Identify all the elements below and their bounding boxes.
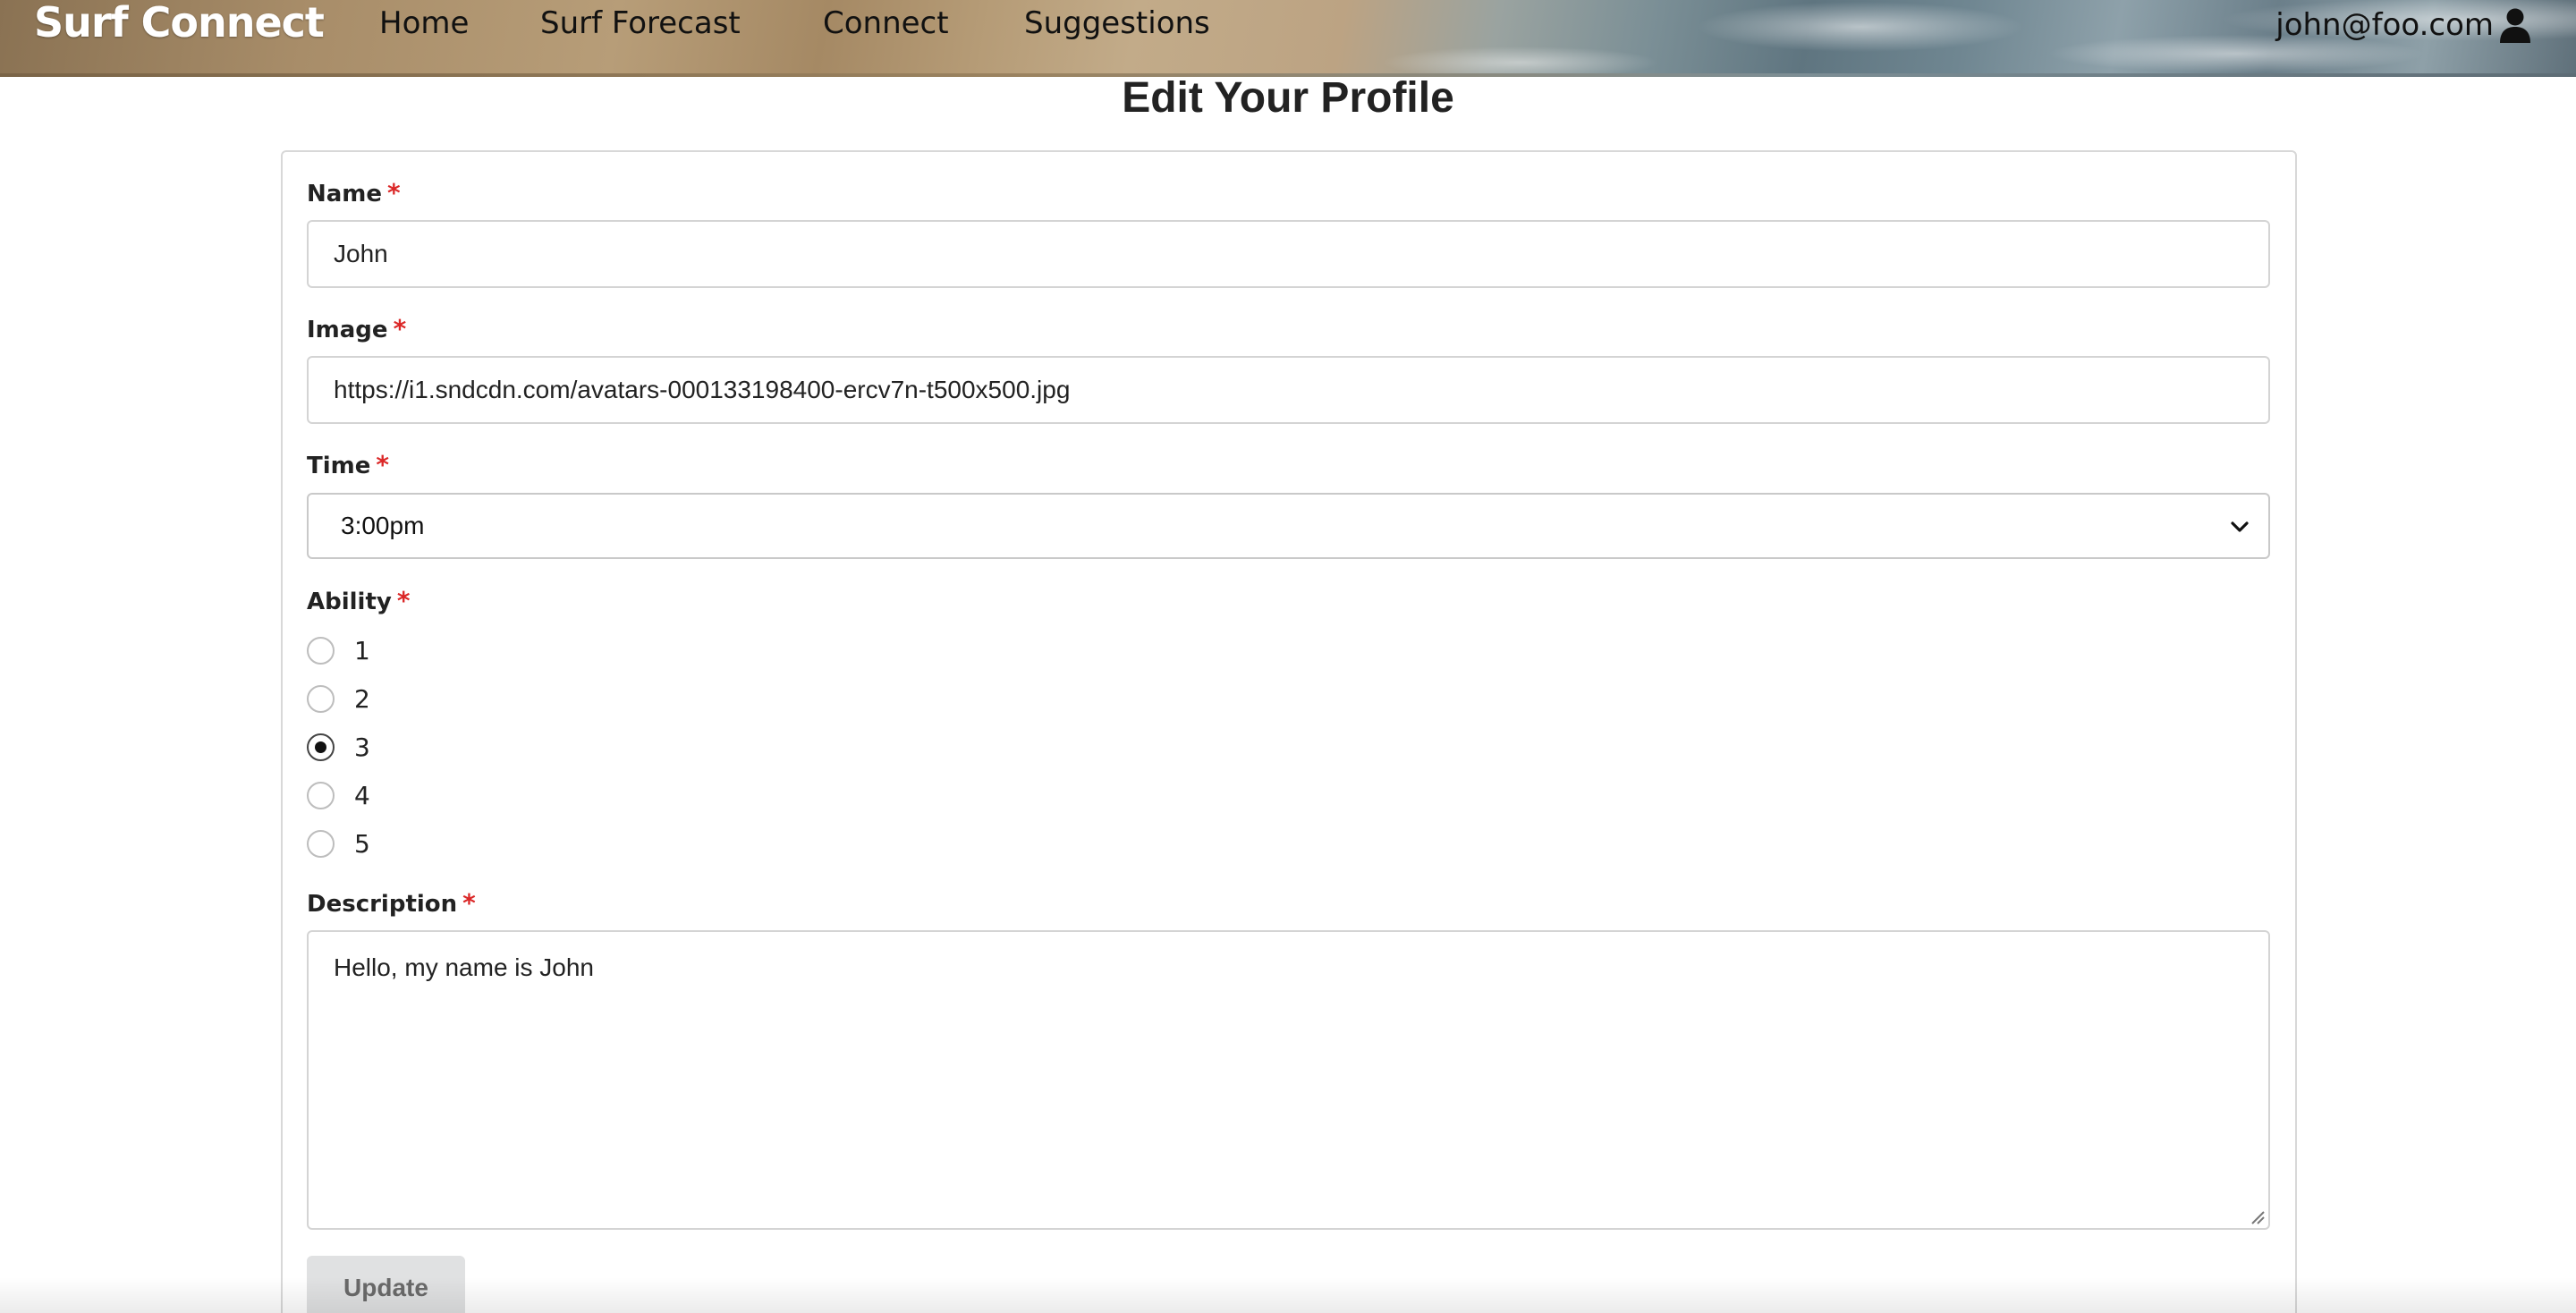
ability-radio-1[interactable] — [307, 636, 335, 665]
time-select[interactable]: 3:00pm — [307, 493, 2270, 559]
description-textarea[interactable]: Hello, my name is John — [307, 930, 2270, 1230]
ability-option-4[interactable]: 4 — [307, 777, 370, 813]
ability-option-label: 5 — [354, 828, 370, 859]
ability-option-label: 3 — [354, 732, 370, 762]
page-title: Edit Your Profile — [1122, 74, 1454, 122]
required-marker: * — [396, 586, 411, 615]
ability-option-label: 1 — [354, 635, 370, 665]
ability-option-label: 2 — [354, 683, 370, 714]
ability-option-5[interactable]: 5 — [307, 826, 370, 861]
image-label: Image * — [307, 314, 406, 343]
required-marker: * — [387, 178, 401, 208]
ability-option-2[interactable]: 2 — [307, 681, 370, 716]
name-label-text: Name — [307, 181, 383, 208]
nav-connect-link[interactable]: Connect — [823, 4, 949, 43]
brand-logo[interactable]: Surf Connect — [34, 0, 325, 45]
image-url-value: https://i1.sndcdn.com/avatars-0001331984… — [334, 376, 1071, 403]
name-field-value: John — [334, 240, 388, 267]
nav-suggestions-link[interactable]: Suggestions — [1024, 4, 1210, 43]
image-label-text: Image — [307, 317, 388, 343]
required-marker: * — [376, 450, 390, 479]
description-label-text: Description — [307, 891, 458, 918]
update-button[interactable]: Update — [307, 1256, 465, 1313]
name-field[interactable]: John — [307, 220, 2270, 288]
ability-radio-2[interactable] — [307, 684, 335, 713]
description-label: Description * — [307, 888, 476, 918]
top-navbar: Surf Connect Home Surf Forecast Connect … — [0, 0, 2576, 77]
description-value: Hello, my name is John — [334, 953, 595, 981]
ability-option-label: 4 — [354, 780, 370, 810]
time-label: Time * — [307, 450, 389, 479]
user-icon — [2500, 8, 2530, 43]
name-label: Name * — [307, 178, 401, 208]
nav-home-link[interactable]: Home — [379, 4, 469, 43]
nav-surf-forecast-link[interactable]: Surf Forecast — [540, 4, 741, 43]
resize-handle-icon[interactable] — [2249, 1208, 2265, 1224]
ability-radio-4[interactable] — [307, 781, 335, 809]
user-email: john@foo.com — [2275, 7, 2494, 43]
chevron-down-icon — [2231, 521, 2249, 532]
image-url-field[interactable]: https://i1.sndcdn.com/avatars-0001331984… — [307, 356, 2270, 424]
ability-option-1[interactable]: 1 — [307, 632, 370, 668]
time-select-value: 3:00pm — [341, 512, 425, 539]
ability-label-text: Ability — [307, 589, 392, 615]
time-label-text: Time — [307, 453, 371, 479]
ability-option-3[interactable]: 3 — [307, 729, 370, 765]
ability-radio-5[interactable] — [307, 829, 335, 858]
ability-label: Ability * — [307, 586, 411, 615]
user-menu[interactable]: john@foo.com — [2275, 4, 2533, 47]
ability-radio-3[interactable] — [307, 733, 335, 761]
required-marker: * — [393, 314, 407, 343]
required-marker: * — [462, 888, 476, 918]
